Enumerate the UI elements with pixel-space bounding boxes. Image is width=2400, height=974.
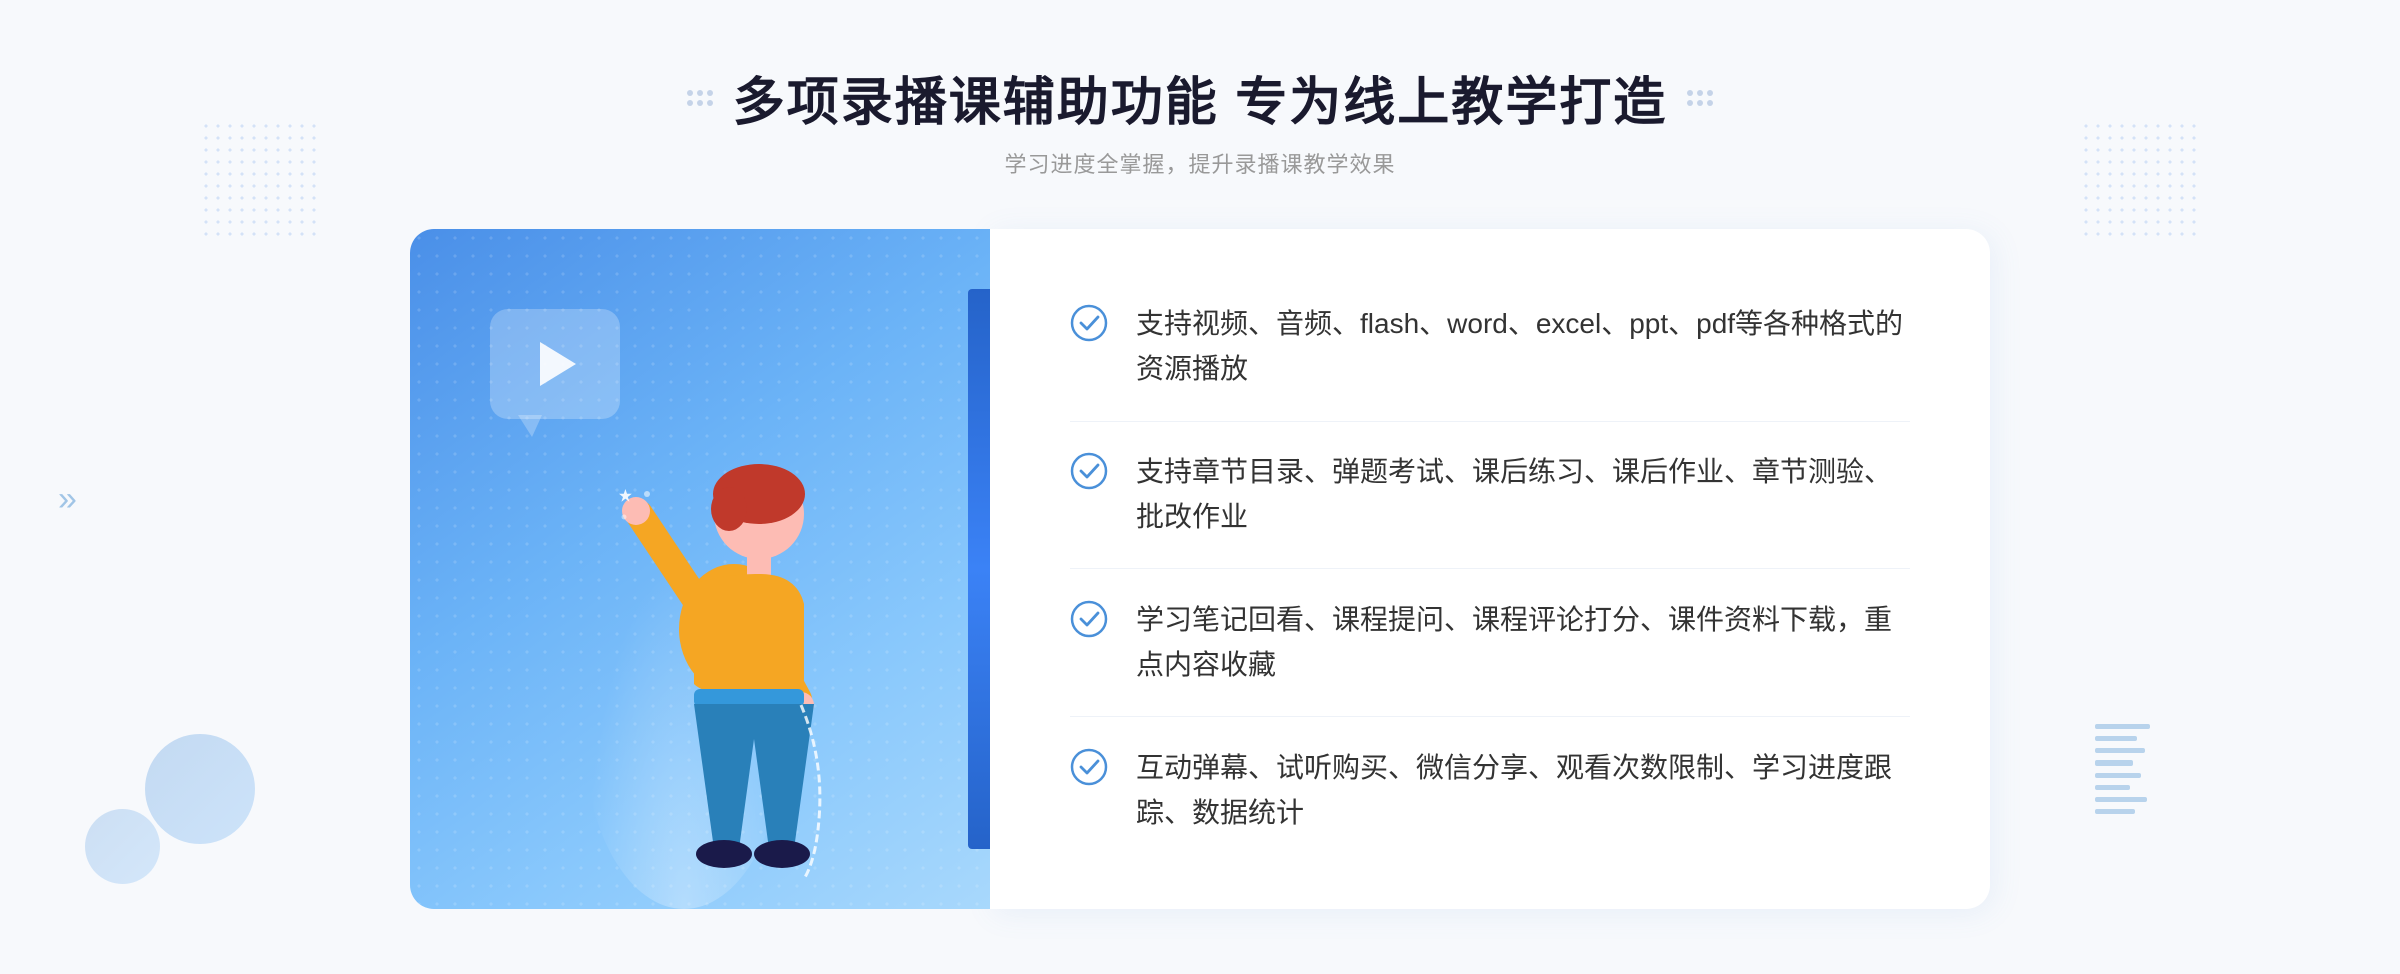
dot-group-right: [1687, 90, 1713, 106]
content-area: 支持视频、音频、flash、word、excel、ppt、pdf等各种格式的资源…: [410, 229, 1990, 909]
dot: [687, 90, 693, 96]
dot: [1687, 90, 1693, 96]
deco-line-7: [2095, 797, 2147, 802]
feature-item-3: 学习笔记回看、课程提问、课程评论打分、课件资料下载，重点内容收藏: [1070, 580, 1910, 706]
deco-line-8: [2095, 809, 2135, 814]
dot-group-left: [687, 90, 713, 106]
dots-decoration-top-left: [200, 120, 320, 240]
divider-2: [1070, 568, 1910, 569]
title-decoration-left: [687, 90, 713, 106]
dots-decoration-top-right: [2080, 120, 2200, 240]
dot: [1697, 90, 1703, 96]
page-container: » 多项录播课辅助功能 专为线上教学打造: [0, 0, 2400, 974]
feature-item-2: 支持章节目录、弹题考试、课后练习、课后作业、章节测验、批改作业: [1070, 432, 1910, 558]
check-icon-1: [1070, 304, 1108, 342]
left-illustration-panel: [410, 229, 990, 909]
deco-line-6: [2095, 785, 2130, 790]
dot: [707, 90, 713, 96]
dot: [687, 100, 693, 106]
dot: [697, 90, 703, 96]
deco-line-4: [2095, 760, 2133, 765]
feature-text-4: 互动弹幕、试听购买、微信分享、观看次数限制、学习进度跟踪、数据统计: [1136, 746, 1910, 836]
dot: [697, 100, 703, 106]
check-icon-3: [1070, 600, 1108, 638]
dot: [1707, 90, 1713, 96]
deco-lines: [2095, 724, 2150, 814]
divider-3: [1070, 716, 1910, 717]
feature-text-3: 学习笔记回看、课程提问、课程评论打分、课件资料下载，重点内容收藏: [1136, 598, 1910, 688]
feature-text-2: 支持章节目录、弹题考试、课后练习、课后作业、章节测验、批改作业: [1136, 450, 1910, 540]
dot: [1707, 100, 1713, 106]
deco-line-2: [2095, 736, 2137, 741]
check-icon-2: [1070, 452, 1108, 490]
header-section: 多项录播课辅助功能 专为线上教学打造 学习进度全掌握，提升录播课教学效果: [687, 0, 1713, 179]
deco-circle-large: [145, 734, 255, 844]
divider-1: [1070, 421, 1910, 422]
page-subtitle: 学习进度全掌握，提升录播课教学效果: [687, 147, 1713, 179]
dot: [707, 100, 713, 106]
dot: [1697, 100, 1703, 106]
vertical-accent-bar: [968, 289, 990, 849]
chevron-icon-1: »: [58, 480, 77, 519]
page-title: 多项录播课辅助功能 专为线上教学打造: [733, 60, 1667, 135]
deco-circle-small: [85, 809, 160, 884]
deco-line-5: [2095, 773, 2141, 778]
feature-text-1: 支持视频、音频、flash、word、excel、ppt、pdf等各种格式的资源…: [1136, 302, 1910, 392]
person-illustration: [564, 349, 904, 909]
feature-item-4: 互动弹幕、试听购买、微信分享、观看次数限制、学习进度跟踪、数据统计: [1070, 728, 1910, 854]
deco-line-3: [2095, 748, 2145, 753]
feature-item-1: 支持视频、音频、flash、word、excel、ppt、pdf等各种格式的资源…: [1070, 284, 1910, 410]
person-svg: [564, 349, 904, 909]
check-icon-4: [1070, 748, 1108, 786]
title-row: 多项录播课辅助功能 专为线上教学打造: [687, 60, 1713, 135]
chevrons-left-decoration: »: [58, 480, 77, 519]
right-features-panel: 支持视频、音频、flash、word、excel、ppt、pdf等各种格式的资源…: [990, 229, 1990, 909]
title-decoration-right: [1687, 90, 1713, 106]
dot: [1687, 100, 1693, 106]
deco-line-1: [2095, 724, 2150, 729]
